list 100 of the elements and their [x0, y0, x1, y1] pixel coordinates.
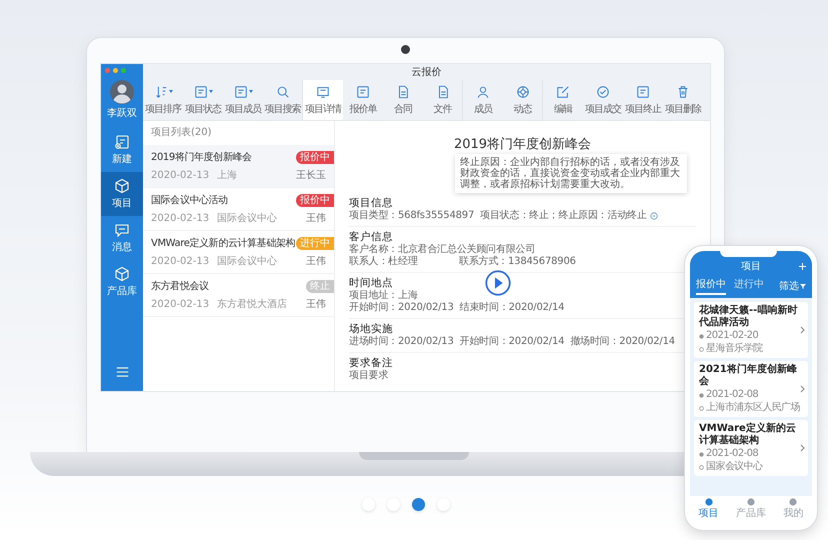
phone-tab[interactable]: 进行中 — [734, 277, 764, 295]
caret-icon — [248, 90, 252, 92]
phone-tab[interactable]: 报价中 — [696, 277, 726, 295]
project-row[interactable]: VMWare定义新的云计算基础架构 进行中 2020-02-13 国际会议中心 王伟 — [143, 231, 334, 274]
caret-icon — [208, 90, 212, 92]
toolbar-button[interactable]: 动态 — [503, 80, 543, 120]
location-icon — [699, 346, 704, 352]
field-text: 项目状态：终止；终止原因：活动终止 — [480, 210, 647, 222]
sidebar-item[interactable]: 新建 — [101, 128, 143, 172]
section-heading: 客户信息 — [349, 230, 394, 244]
card-title: 花城律天籁--唱响新时代品牌活动 — [699, 305, 798, 329]
project-date: 2020-02-13 — [151, 298, 210, 310]
field-text: 项目地址：上海 — [349, 290, 418, 302]
toolbar-button[interactable]: 合同 — [383, 80, 423, 120]
tab-icon — [789, 498, 798, 506]
toolbar-button[interactable]: 文件 — [423, 80, 463, 120]
project-person: 王伟 — [306, 298, 326, 311]
sort-icon — [154, 84, 168, 98]
card-date: 2021-02-08 — [706, 448, 758, 460]
info-icon[interactable] — [650, 212, 658, 220]
tab-icon — [704, 498, 713, 506]
field-text: 联系人：杜经理 — [349, 256, 418, 268]
menu-icon[interactable] — [116, 367, 128, 377]
toolbar-button[interactable]: 报价单 — [343, 80, 383, 120]
section-heading: 时间地点 — [349, 276, 394, 290]
search-icon — [276, 84, 290, 98]
project-card[interactable]: 2021将门年度创新峰会 2021-02-08 上海市浦东区人民广场 — [694, 361, 808, 417]
add-icon[interactable] — [799, 262, 806, 270]
project-place: 国际会议中心 — [217, 254, 278, 268]
window-title: 云报价 — [412, 66, 442, 79]
card-place: 星海音乐学院 — [706, 343, 762, 355]
project-person: 王伟 — [306, 212, 326, 225]
trash-icon — [676, 84, 690, 98]
section-heading: 场地实施 — [349, 322, 394, 336]
section-heading: 项目信息 — [349, 196, 394, 210]
field-text: 项目类型：568fs35554897 — [349, 210, 474, 222]
project-person: 王长玉 — [296, 168, 326, 182]
location-icon — [699, 406, 704, 410]
sidebar-item[interactable]: 消息 — [101, 216, 143, 260]
field-text: 撤场时间：2020/02/14 — [570, 336, 675, 348]
edit-icon — [556, 84, 570, 98]
status-tag: 进行中 — [296, 236, 334, 250]
toolbar-button[interactable]: 项目成交 — [583, 80, 623, 120]
project-card[interactable]: VMWare定义新的云计算基础架构 2021-02-08 国家会议中心 — [694, 420, 808, 476]
project-date: 2020-02-13 — [151, 170, 210, 180]
user-name: 李跃双 — [107, 106, 137, 120]
project-person: 王伟 — [306, 255, 326, 268]
toolbar-button[interactable]: 项目详情 — [303, 80, 343, 120]
list-header: 项目列表(20) — [150, 126, 213, 140]
toolbar-button[interactable]: 项目排序 — [143, 80, 183, 120]
sidebar-item[interactable]: 项目 — [101, 172, 143, 216]
carousel-dot[interactable] — [412, 498, 425, 511]
form-icon — [234, 84, 248, 98]
document-icon — [396, 84, 410, 98]
clock-icon — [699, 452, 704, 456]
clock-icon — [699, 334, 704, 338]
project-title: 东方君悦会议 — [151, 280, 209, 293]
card-date: 2021-02-20 — [706, 330, 758, 342]
camera-icon — [401, 45, 410, 54]
avatar[interactable] — [110, 80, 134, 104]
toolbar-button[interactable]: 项目状态 — [183, 80, 223, 120]
toolbar-button[interactable]: 项目成员 — [223, 80, 263, 120]
field-text: 结束时间：2020/02/14 — [460, 302, 564, 314]
cube-icon — [114, 266, 130, 282]
toolbar-button[interactable]: 项目终止 — [623, 80, 663, 120]
field-text: 进场时间：2020/02/13 — [349, 336, 454, 348]
field-text: 联系方式：13845678906 — [459, 256, 576, 268]
card-title: VMWare定义新的云计算基础架构 — [699, 423, 797, 447]
project-card[interactable]: 花城律天籁--唱响新时代品牌活动 2021-02-20 星海音乐学院 — [694, 302, 808, 358]
status-tag: 报价中 — [296, 150, 334, 164]
field-text: 开始时间：2020/02/14 — [460, 336, 564, 348]
chevron-icon — [800, 385, 805, 393]
tab-bar-item[interactable]: 产品库 — [736, 498, 766, 520]
sidebar-item[interactable]: 产品库 — [101, 260, 143, 304]
minimize-icon[interactable] — [113, 68, 118, 73]
tab-icon — [746, 498, 755, 506]
user-icon — [476, 84, 490, 98]
project-date: 2020-02-13 — [151, 212, 210, 224]
form-icon — [356, 84, 370, 98]
tooltip: 终止原因：企业内部自行招标的话，或者没有涉及财政资金的话，直接说资金变动或者企业内部重大调整，或者原招标计划需要重大改动。 — [455, 154, 687, 193]
form-icon — [194, 84, 208, 98]
status-tag: 报价中 — [296, 194, 334, 206]
play-button[interactable] — [485, 270, 511, 296]
check-circle-icon — [596, 84, 610, 98]
cube-icon — [114, 178, 130, 194]
toolbar-button[interactable]: 项目删除 — [663, 80, 703, 120]
project-row[interactable]: 2019将门年度创新峰会 报价中 2020-02-13 上海 王长玉 — [143, 145, 334, 188]
toolbar-button[interactable]: 成员 — [463, 80, 503, 120]
project-row[interactable]: 国际会议中心活动 报价中 2020-02-13 国际会议中心 王伟 — [143, 188, 334, 231]
monitor-icon — [316, 84, 330, 98]
project-place: 国际会议中心 — [217, 212, 278, 225]
filter-button[interactable]: 筛选 — [779, 279, 806, 293]
project-title: 国际会议中心活动 — [151, 194, 228, 207]
project-place: 东方君悦大酒店 — [217, 298, 288, 311]
location-icon — [699, 464, 704, 470]
project-title: VMWare定义新的云计算基础架构 — [151, 236, 296, 250]
toolbar-button[interactable]: 编辑 — [543, 80, 583, 120]
tab-bar-item[interactable]: 项目 — [698, 498, 719, 520]
chevron-icon — [800, 326, 805, 334]
maximize-icon[interactable] — [121, 68, 126, 73]
